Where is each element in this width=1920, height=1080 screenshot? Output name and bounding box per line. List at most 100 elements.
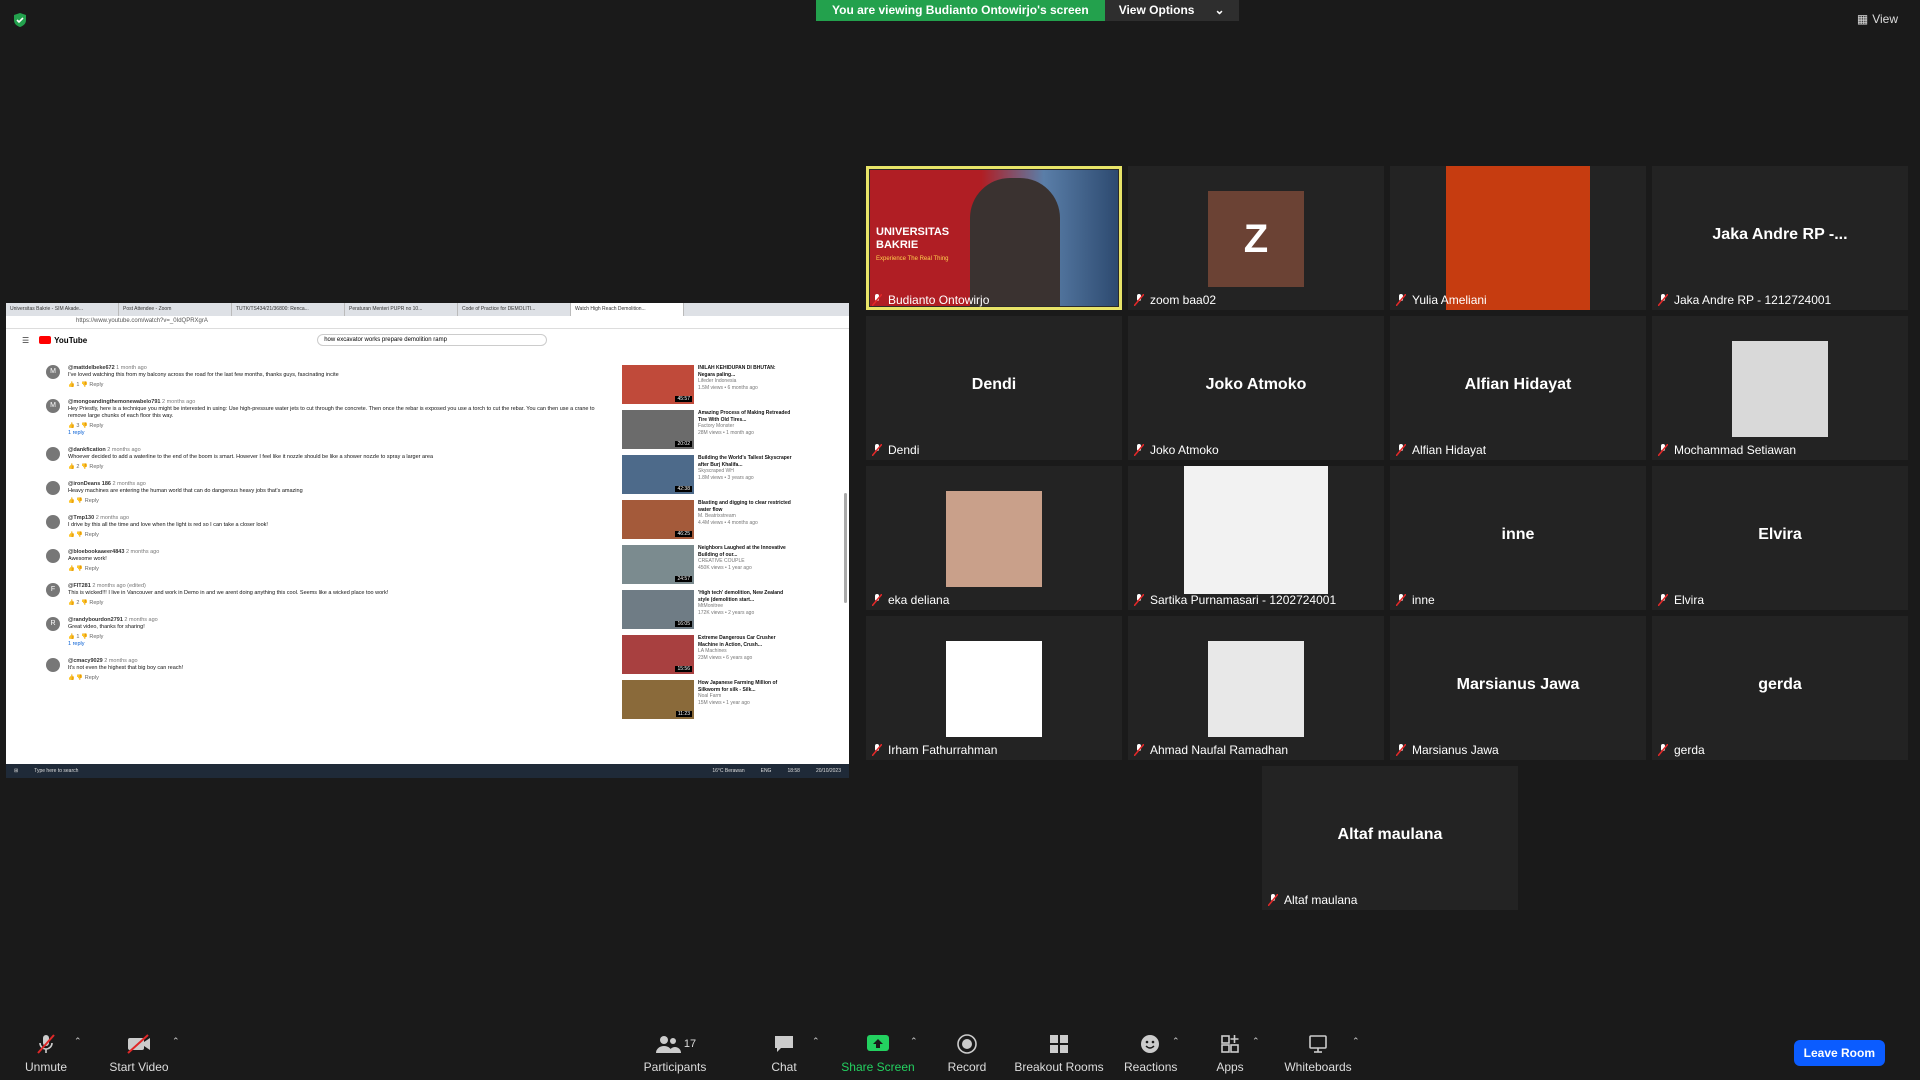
page-scrollbar[interactable] xyxy=(844,493,847,603)
participant-tile[interactable]: Yulia Ameliani xyxy=(1390,166,1646,310)
whiteboards-options-caret[interactable]: ⌃ xyxy=(1352,1036,1360,1047)
participant-tile[interactable]: Jaka Andre RP -... Jaka Andre RP - 121272… xyxy=(1652,166,1908,310)
browser-tab[interactable]: Peraturan Menteri PUPR no 10... xyxy=(345,303,458,316)
commenter-avatar[interactable] xyxy=(46,515,60,529)
leave-room-button[interactable]: Leave Room xyxy=(1793,1040,1885,1066)
like-icon[interactable]: 👍 xyxy=(68,532,75,538)
unmute-button[interactable]: Unmute xyxy=(22,1032,70,1074)
participant-tile[interactable]: Alfian Hidayat Alfian Hidayat xyxy=(1390,316,1646,460)
menu-icon[interactable]: ☰ xyxy=(22,336,29,345)
dislike-icon[interactable]: 👎 xyxy=(81,382,88,388)
commenter-handle[interactable]: @Tmp130 xyxy=(68,515,94,521)
browser-tab[interactable]: Post Attendee - Zoom xyxy=(119,303,232,316)
video-thumbnail[interactable]: 16:05 xyxy=(622,590,694,629)
replies-link[interactable]: 1 reply xyxy=(68,641,158,648)
video-thumbnail[interactable]: 42:38 xyxy=(622,455,694,494)
commenter-avatar[interactable]: F xyxy=(46,583,60,597)
participant-tile[interactable]: Altaf maulana Altaf maulana xyxy=(1262,766,1518,910)
commenter-handle[interactable]: @mongoandingthemonewabelo791 xyxy=(68,399,160,405)
reactions-options-caret[interactable]: ⌃ xyxy=(1172,1036,1180,1047)
like-icon[interactable]: 👍 xyxy=(68,600,75,606)
commenter-avatar[interactable]: M xyxy=(46,365,60,379)
recommended-video[interactable]: 11:23 How Japanese Farming Million of Sil… xyxy=(622,680,792,719)
video-title[interactable]: Extreme Dangerous Car Crusher Machine in… xyxy=(698,635,792,648)
video-thumbnail[interactable]: 24:57 xyxy=(622,545,694,584)
like-icon[interactable]: 👍 xyxy=(68,423,75,429)
video-title[interactable]: Blasting and digging to clear restricted… xyxy=(698,500,792,513)
commenter-handle[interactable]: @randybourdon2791 xyxy=(68,617,123,623)
like-icon[interactable]: 👍 xyxy=(68,675,75,681)
participant-tile[interactable]: Ahmad Naufal Ramadhan xyxy=(1128,616,1384,760)
dislike-icon[interactable]: 👎 xyxy=(76,566,83,572)
participants-button[interactable]: 17 Participants xyxy=(640,1032,710,1074)
participant-tile[interactable]: gerda gerda xyxy=(1652,616,1908,760)
youtube-logo[interactable]: YouTube xyxy=(39,336,87,345)
browser-tab[interactable]: Universitas Bakrie - SIM Akade... xyxy=(6,303,119,316)
video-title[interactable]: How Japanese Farming Million of Silkworm… xyxy=(698,680,792,693)
recommended-video[interactable]: 16:05 'High tech' demolition, New Zealand… xyxy=(622,590,792,629)
chat-button[interactable]: Chat xyxy=(762,1032,806,1074)
recommended-video[interactable]: 15:56 Extreme Dangerous Car Crusher Machi… xyxy=(622,635,792,674)
video-thumbnail[interactable]: 15:56 xyxy=(622,635,694,674)
participant-tile[interactable]: eka deliana xyxy=(866,466,1122,610)
video-thumbnail[interactable]: 20:02 xyxy=(622,410,694,449)
recommended-video[interactable]: 46:25 Blasting and digging to clear restr… xyxy=(622,500,792,539)
recommended-video[interactable]: 24:57 Neighbors Laughed at the Innovative… xyxy=(622,545,792,584)
commenter-avatar[interactable] xyxy=(46,658,60,672)
weather-widget[interactable]: 16°C Berawan xyxy=(712,768,744,774)
participant-tile[interactable]: Irham Fathurrahman xyxy=(866,616,1122,760)
dislike-icon[interactable]: 👎 xyxy=(81,423,88,429)
commenter-avatar[interactable] xyxy=(46,549,60,563)
participant-tile[interactable]: Elvira Elvira xyxy=(1652,466,1908,610)
commenter-handle[interactable]: @ironDeans 186 xyxy=(68,481,111,487)
like-icon[interactable]: 👍 xyxy=(68,382,75,388)
commenter-handle[interactable]: @bloebookaaeer4843 xyxy=(68,549,124,555)
participant-tile[interactable]: Zzoom baa02 xyxy=(1128,166,1384,310)
reply-button[interactable]: Reply xyxy=(89,464,103,470)
video-options-caret[interactable]: ⌃ xyxy=(172,1036,180,1047)
like-icon[interactable]: 👍 xyxy=(68,498,75,504)
video-title[interactable]: Building the World's Tallest Skyscraper … xyxy=(698,455,792,468)
browser-tab[interactable]: Code of Practice for DEMOLITI... xyxy=(458,303,571,316)
video-title[interactable]: Neighbors Laughed at the Innovative Buil… xyxy=(698,545,792,558)
recommended-video[interactable]: 45:57 INILAH KEHIDUPAN DI BHUTAN: Negara … xyxy=(622,365,792,404)
start-video-button[interactable]: Start Video xyxy=(104,1032,174,1074)
like-icon[interactable]: 👍 xyxy=(68,634,75,640)
apps-button[interactable]: Apps xyxy=(1210,1032,1250,1074)
dislike-icon[interactable]: 👎 xyxy=(76,675,83,681)
dislike-icon[interactable]: 👎 xyxy=(81,634,88,640)
record-button[interactable]: Record xyxy=(942,1032,992,1074)
commenter-handle[interactable]: @dankfication xyxy=(68,447,106,453)
windows-start-icon[interactable]: ⊞ xyxy=(14,768,18,774)
video-title[interactable]: INILAH KEHIDUPAN DI BHUTAN: Negara palin… xyxy=(698,365,792,378)
share-options-caret[interactable]: ⌃ xyxy=(910,1036,918,1047)
commenter-avatar[interactable]: M xyxy=(46,399,60,413)
video-thumbnail[interactable]: 45:57 xyxy=(622,365,694,404)
browser-tab[interactable]: TUTK/TS434/21/36800: Renca... xyxy=(232,303,345,316)
recommended-video[interactable]: 20:02 Amazing Process of Making Retreaded… xyxy=(622,410,792,449)
taskbar-search[interactable]: Type here to search xyxy=(34,768,78,774)
audio-options-caret[interactable]: ⌃ xyxy=(74,1036,82,1047)
reply-button[interactable]: Reply xyxy=(89,600,103,606)
browser-tab[interactable]: Watch High Reach Demolition... xyxy=(571,303,684,316)
reply-button[interactable]: Reply xyxy=(85,675,99,681)
video-title[interactable]: 'High tech' demolition, New Zealand styl… xyxy=(698,590,792,603)
view-button[interactable]: ▦ View xyxy=(1857,12,1898,26)
commenter-handle[interactable]: @cmacy9029 xyxy=(68,658,103,664)
commenter-avatar[interactable]: R xyxy=(46,617,60,631)
reply-button[interactable]: Reply xyxy=(85,566,99,572)
reactions-button[interactable]: Reactions xyxy=(1124,1032,1177,1074)
security-shield-icon[interactable] xyxy=(12,12,28,28)
reply-button[interactable]: Reply xyxy=(89,634,103,640)
video-thumbnail[interactable]: 11:23 xyxy=(622,680,694,719)
dislike-icon[interactable]: 👎 xyxy=(76,498,83,504)
youtube-search-input[interactable]: how excavator works prepare demolition r… xyxy=(317,334,548,346)
participant-tile[interactable]: UNIVERSITAS BAKRIE Experience The Real Th… xyxy=(866,166,1122,310)
breakout-rooms-button[interactable]: Breakout Rooms xyxy=(1012,1032,1106,1074)
apps-options-caret[interactable]: ⌃ xyxy=(1252,1036,1260,1047)
participant-tile[interactable]: Dendi Dendi xyxy=(866,316,1122,460)
view-options-button[interactable]: View Options ⌄ xyxy=(1104,0,1239,21)
share-screen-button[interactable]: Share Screen xyxy=(838,1032,918,1074)
dislike-icon[interactable]: 👎 xyxy=(81,600,88,606)
commenter-avatar[interactable] xyxy=(46,447,60,461)
